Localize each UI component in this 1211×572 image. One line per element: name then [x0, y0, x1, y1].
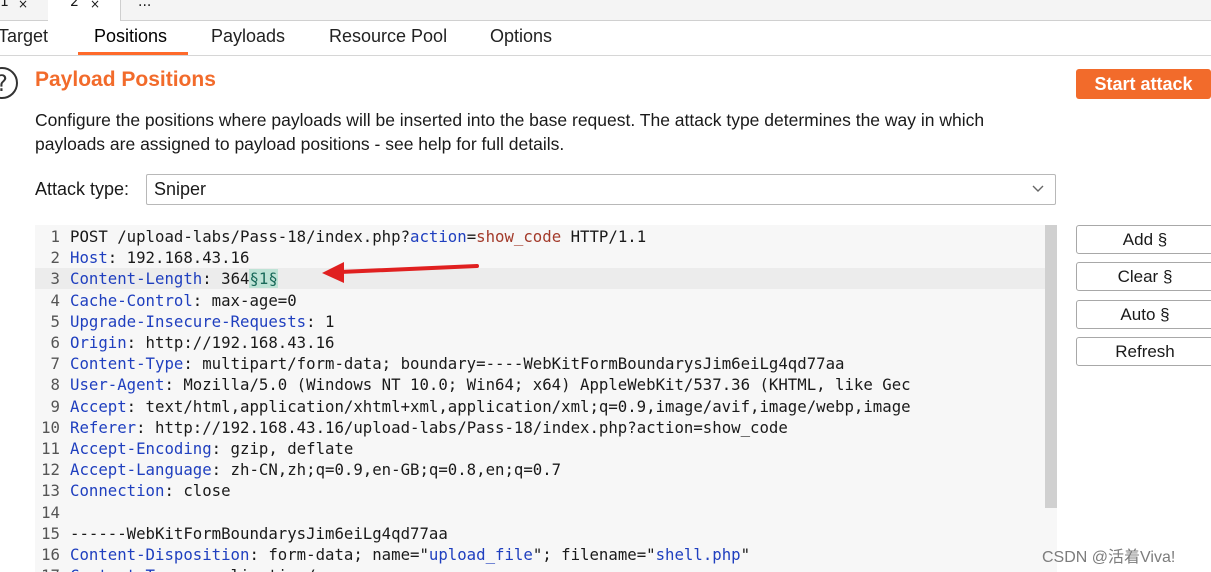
watermark: CSDN @活着Viva! [1042, 549, 1176, 566]
annotation-arrow-icon [322, 262, 479, 283]
